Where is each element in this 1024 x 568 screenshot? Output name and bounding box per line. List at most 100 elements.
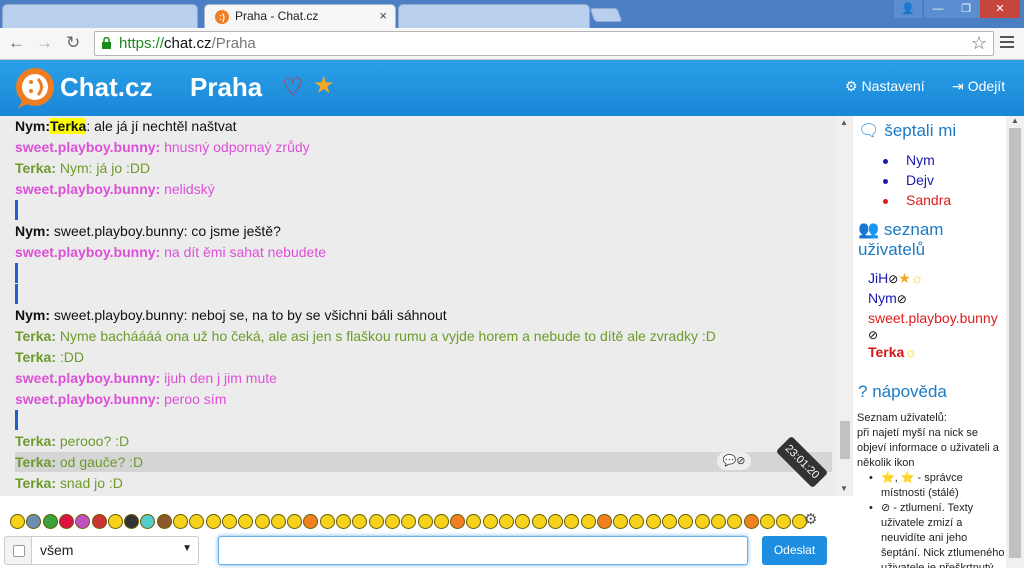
new-tab-button[interactable] xyxy=(589,8,623,22)
maximize-button[interactable]: ❐ xyxy=(952,0,980,18)
emoticon-icon[interactable] xyxy=(10,514,25,529)
forward-icon[interactable]: → xyxy=(36,33,53,53)
emoticon-icon[interactable] xyxy=(140,514,156,529)
address-bar[interactable]: https://chat.cz/Praha ☆ xyxy=(94,31,994,56)
profile-icon[interactable]: 👤 xyxy=(894,0,922,18)
emoticon-icon[interactable] xyxy=(776,514,792,529)
browser-tab-inactive[interactable] xyxy=(2,4,198,28)
emoticon-icon[interactable] xyxy=(433,514,449,529)
emoticon-icon[interactable] xyxy=(710,514,726,529)
emoticon-icon[interactable] xyxy=(205,514,221,529)
emoticon-icon[interactable] xyxy=(303,514,319,529)
settings-link[interactable]: ⚙ Nastavení xyxy=(845,78,925,95)
user-list-item[interactable]: JiH⊘★☼ xyxy=(868,270,924,287)
emoticon-icon[interactable] xyxy=(287,514,303,529)
message-input-row: všem ▼ Odeslat xyxy=(0,534,853,568)
user-list-item[interactable]: Terka☼ xyxy=(868,344,917,360)
heart-icon[interactable]: ♡ xyxy=(282,76,304,100)
browser-menu-icon[interactable] xyxy=(1000,36,1014,50)
browser-tab-active[interactable]: :) Praha - Chat.cz × xyxy=(204,4,396,28)
emoticon-icon[interactable] xyxy=(694,514,710,529)
emoticon-icon[interactable] xyxy=(580,514,596,529)
emoticon-icon[interactable] xyxy=(547,514,563,529)
chat-message: Terka: perooo? :D xyxy=(15,433,130,449)
emoticon-icon[interactable] xyxy=(189,514,205,529)
emoticon-icon[interactable] xyxy=(629,514,645,529)
emoticon-icon[interactable] xyxy=(270,514,286,529)
message-input[interactable] xyxy=(218,536,748,565)
whisper-item[interactable]: Nym xyxy=(883,152,935,168)
chat-message-hovered[interactable]: Terka: od gauče? :D xyxy=(15,452,832,472)
emoticon-icon[interactable] xyxy=(107,514,123,529)
emoticon-icon[interactable] xyxy=(156,514,172,529)
brand-name[interactable]: Chat.cz xyxy=(60,72,152,103)
emoticon-icon[interactable] xyxy=(336,514,351,529)
emoticon-icon[interactable] xyxy=(596,514,612,529)
emoticon-icon[interactable] xyxy=(499,514,514,529)
reload-icon[interactable]: ↻ xyxy=(66,33,80,53)
emoticon-icon[interactable] xyxy=(173,514,188,529)
emoticon-icon[interactable] xyxy=(124,514,140,529)
mute-icon[interactable]: ⊘ xyxy=(868,328,878,342)
emoticon-icon[interactable] xyxy=(743,514,759,529)
sidebar-scrollbar[interactable]: ▲ xyxy=(1006,116,1024,568)
emoticon-icon[interactable] xyxy=(645,514,661,529)
message-separator xyxy=(15,263,18,283)
send-button[interactable]: Odeslat xyxy=(762,536,827,565)
recipient-select[interactable]: všem ▼ xyxy=(31,536,199,565)
tab-close-icon[interactable]: × xyxy=(379,8,387,23)
scroll-up-icon[interactable]: ▲ xyxy=(840,118,848,127)
scrollbar-thumb[interactable] xyxy=(840,421,850,459)
emoticon-icon[interactable] xyxy=(759,514,775,529)
emoticon-icon[interactable] xyxy=(678,514,694,529)
emoticon-icon[interactable] xyxy=(482,514,498,529)
scroll-up-icon[interactable]: ▲ xyxy=(1011,116,1019,125)
minimize-button[interactable]: — xyxy=(924,0,952,18)
scroll-down-icon[interactable]: ▼ xyxy=(840,484,848,493)
message-actions[interactable]: 💬⊘ xyxy=(717,452,751,470)
emoticon-icon[interactable] xyxy=(662,514,677,529)
browser-tab-inactive[interactable] xyxy=(398,4,590,28)
emoticon-icon[interactable] xyxy=(26,514,42,529)
emoticon-settings-icon[interactable]: ⚙ xyxy=(804,510,817,528)
chat-message: Terka: Nym: já jo :DD xyxy=(15,160,151,176)
emoticon-icon[interactable] xyxy=(352,514,368,529)
emoticon-icon[interactable] xyxy=(319,514,335,529)
scrollbar-thumb[interactable] xyxy=(1009,128,1021,558)
emoticon-icon[interactable] xyxy=(75,514,91,529)
emoticon-icon[interactable] xyxy=(42,514,58,529)
emoticon-icon[interactable] xyxy=(254,514,270,529)
emoticon-icon[interactable] xyxy=(417,514,433,529)
whisper-item[interactable]: Sandra xyxy=(883,192,951,208)
emoticon-icon[interactable] xyxy=(613,514,629,529)
help-item: ⭐, ⭐ - správce místnosti (stálé) xyxy=(857,471,1005,501)
emoticon-icon[interactable] xyxy=(384,514,400,529)
emoticon-icon[interactable] xyxy=(531,514,547,529)
bookmark-star-icon[interactable]: ☆ xyxy=(971,33,987,54)
emoticon-icon[interactable] xyxy=(564,514,580,529)
emoticon-icon[interactable] xyxy=(221,514,237,529)
user-list-item[interactable]: Nym⊘ xyxy=(868,290,907,306)
back-icon[interactable]: ← xyxy=(8,33,25,53)
mute-icon[interactable]: ⊘ xyxy=(897,292,907,306)
mute-icon[interactable]: ⊘ xyxy=(888,272,898,286)
emoticon-icon[interactable] xyxy=(368,514,384,529)
emoticon-icon[interactable] xyxy=(727,514,743,529)
logout-link[interactable]: ⇥ Odejít xyxy=(952,78,1005,95)
user-list-item[interactable]: sweet.playboy.bunny ⊘ xyxy=(868,310,998,342)
favorite-star-icon[interactable]: ★ xyxy=(313,74,335,98)
emoticon-icon[interactable] xyxy=(238,514,254,529)
emoticon-icon[interactable] xyxy=(450,514,466,529)
emoticon-icon[interactable] xyxy=(515,514,531,529)
chat-scrollbar[interactable]: ▲ ▼ xyxy=(837,116,853,496)
help-section-title: ? nápověda xyxy=(858,382,947,401)
emoticon-icon[interactable] xyxy=(91,514,107,529)
whisper-item[interactable]: Dejv xyxy=(883,172,934,188)
emoticon-icon[interactable] xyxy=(466,514,482,529)
message-separator xyxy=(15,200,18,220)
close-window-button[interactable]: ✕ xyxy=(980,0,1020,18)
private-checkbox[interactable] xyxy=(4,536,32,565)
chat-log[interactable]: Nym:Terka: ale já jí nechtěl naštvat swe… xyxy=(0,116,837,496)
emoticon-icon[interactable] xyxy=(401,514,417,529)
emoticon-icon[interactable] xyxy=(58,514,74,529)
